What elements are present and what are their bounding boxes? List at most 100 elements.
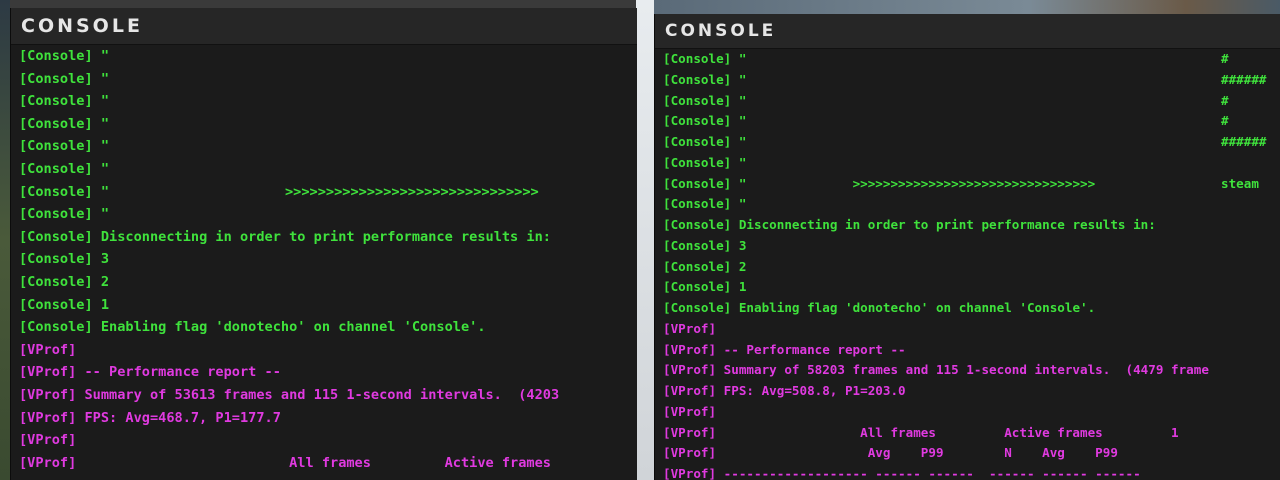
line-text: " >>>>>>>>>>>>>>>>>>>>>>>>>>>>>>>>	[731, 175, 1096, 191]
console-line: [VProf] Summary of 53613 frames and 115 …	[19, 384, 637, 407]
line-text: Disconnecting in order to print performa…	[731, 217, 1156, 232]
console-line: [Console] 1	[19, 294, 637, 317]
console-line: [Console] 3	[19, 248, 637, 271]
line-channel-tag: [Console]	[663, 279, 732, 295]
console-line: [Console] "	[663, 194, 1280, 215]
console-line: [Console] Enabling flag 'donotecho' on c…	[19, 316, 637, 339]
line-text: "	[92, 70, 110, 87]
line-extra-text: >>>>>>>>>>>>>>>>>>>>>>>>>>>>>>>	[285, 183, 539, 200]
line-channel-tag: [Console]	[663, 154, 732, 170]
console-line: [Console] Disconnecting in order to prin…	[663, 215, 1280, 236]
console-line: [VProf] All frames Active frames	[19, 452, 637, 475]
console-line: [VProf] FPS: Avg=508.8, P1=203.0	[663, 381, 1280, 402]
line-extra-text: ######	[1221, 71, 1267, 87]
line-text: All frames Active frames	[76, 454, 551, 471]
console-line: [VProf] All frames Active frames 1	[663, 423, 1280, 444]
line-channel-tag: [Console]	[663, 258, 732, 274]
line-channel-tag: [VProf]	[19, 364, 77, 381]
line-channel-tag: [VProf]	[663, 466, 717, 480]
line-channel-tag: [Console]	[19, 228, 93, 245]
console-title: CONSOLE	[655, 14, 1280, 49]
line-channel-tag: [VProf]	[19, 432, 77, 449]
line-channel-tag: [Console]	[19, 206, 93, 223]
line-channel-tag: [VProf]	[19, 386, 77, 403]
line-text: 2	[731, 258, 747, 274]
line-text: Disconnecting in order to print performa…	[92, 228, 551, 245]
console-line: [VProf] -- Performance report --	[663, 340, 1280, 361]
console-line: [Console] 3	[663, 236, 1280, 257]
line-channel-tag: [Console]	[663, 71, 732, 87]
console-line: [Console] " #	[663, 91, 1280, 112]
line-text: "	[92, 115, 110, 132]
line-text: "	[731, 51, 747, 66]
line-channel-tag: [Console]	[19, 273, 93, 290]
line-text: "	[731, 196, 747, 212]
line-channel-tag: [Console]	[663, 113, 732, 129]
console-line: [Console] "	[19, 90, 637, 113]
background-top-right	[654, 0, 1280, 14]
line-text: "	[92, 206, 110, 223]
line-text: "	[731, 71, 747, 87]
console-output[interactable]: [Console] " # [Console] " ###### [Console] "…	[655, 49, 1280, 480]
line-text: FPS: Avg=508.8, P1=203.0	[716, 383, 906, 398]
line-text: ------------------- ------ ------ ------…	[716, 466, 1141, 480]
line-text: 3	[731, 237, 747, 253]
console-line: [Console] "	[19, 135, 637, 158]
console-line: [Console] "	[663, 153, 1280, 174]
line-channel-tag: [Console]	[19, 251, 93, 268]
line-channel-tag: [VProf]	[19, 341, 77, 358]
line-extra-text: #	[1221, 51, 1229, 66]
line-channel-tag: [VProf]	[663, 341, 717, 357]
console-line: [Console] " #	[663, 111, 1280, 132]
console-title: CONSOLE	[11, 8, 637, 45]
console-line: [VProf]	[19, 339, 637, 362]
console-line: [VProf]	[663, 402, 1280, 423]
line-text: All frames Active frames 1	[716, 424, 1179, 440]
line-channel-tag: [Console]	[663, 300, 732, 315]
line-text: "	[731, 134, 747, 149]
line-text: 1	[731, 279, 747, 295]
line-text: "	[92, 160, 110, 177]
console-panel-left: CONSOLE [Console] " [Console] " [Console] …	[10, 8, 637, 480]
line-text: Avg P99 N Avg P99	[716, 445, 1118, 461]
line-text: Enabling flag 'donotecho' on channel 'Co…	[92, 319, 486, 336]
line-channel-tag: [VProf]	[663, 383, 717, 398]
console-line: [VProf] FPS: Avg=468.7, P1=177.7	[19, 407, 637, 430]
line-channel-tag: [Console]	[19, 138, 93, 155]
line-text: "	[92, 183, 110, 200]
line-text: "	[92, 93, 110, 110]
console-line: [Console] 1	[663, 277, 1280, 298]
line-channel-tag: [VProf]	[663, 424, 717, 440]
console-line: [VProf] Summary of 58203 frames and 115 …	[663, 360, 1280, 381]
line-channel-tag: [Console]	[663, 196, 732, 212]
console-line: [Console] " ######	[663, 70, 1280, 91]
line-text: -- Performance report --	[716, 341, 906, 357]
console-panel-right: CONSOLE [Console] " # [Console] " ###### [Co…	[654, 14, 1280, 480]
console-line: [Console] "	[19, 113, 637, 136]
line-channel-tag: [Console]	[663, 217, 732, 232]
line-extra-text: steam	[1221, 175, 1259, 191]
line-channel-tag: [Console]	[19, 160, 93, 177]
line-text: 2	[92, 273, 110, 290]
console-line: [Console] Enabling flag 'donotecho' on c…	[663, 298, 1280, 319]
line-channel-tag: [Console]	[19, 319, 93, 336]
line-channel-tag: [Console]	[19, 93, 93, 110]
line-channel-tag: [VProf]	[663, 320, 717, 336]
console-line: [VProf]	[19, 429, 637, 452]
line-channel-tag: [Console]	[663, 92, 732, 108]
console-line: [Console] " #	[663, 49, 1280, 70]
console-line: [VProf] -- Performance report --	[19, 361, 637, 384]
line-channel-tag: [VProf]	[663, 362, 717, 378]
line-extra-text: #	[1221, 92, 1229, 108]
console-line: [Console] 2	[19, 271, 637, 294]
line-channel-tag: [VProf]	[663, 403, 717, 419]
line-text: -- Performance report --	[76, 364, 281, 381]
line-text: Summary of 53613 frames and 115 1-second…	[76, 386, 560, 403]
line-text: "	[731, 113, 747, 129]
console-line: [VProf] Avg P99 N Avg P99	[663, 443, 1280, 464]
console-line: [VProf] ------------------- ------ -----…	[663, 464, 1280, 480]
console-output[interactable]: [Console] " [Console] " [Console] " [Consol…	[11, 45, 637, 474]
line-channel-tag: [VProf]	[19, 409, 77, 426]
line-text: "	[731, 154, 747, 170]
console-line: [Console] " >>>>>>>>>>>>>>>>>>>>>>>>>>>>>…	[19, 181, 637, 204]
